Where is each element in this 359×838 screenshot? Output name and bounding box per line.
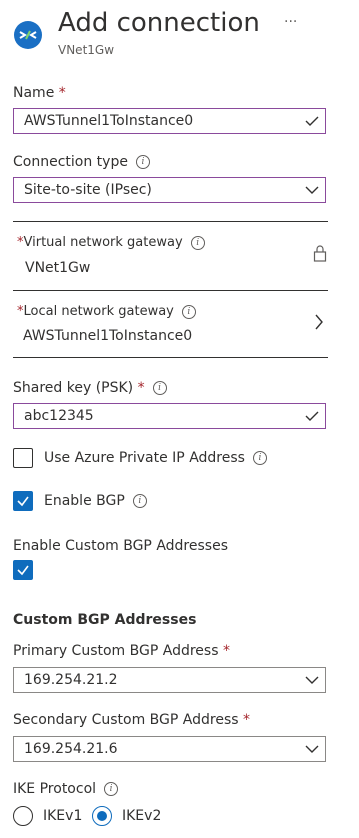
local-network-gateway-selector[interactable]: *Local network gateway i AWSTunnel1ToInst… [13, 291, 328, 357]
ikev1-radio[interactable] [13, 806, 33, 826]
info-icon: i [181, 304, 196, 319]
chevron-right-icon [314, 313, 324, 331]
ike-protocol-label: IKE Protocol i [13, 781, 119, 797]
local-network-gateway-value: AWSTunnel1ToInstance0 [23, 328, 193, 344]
enable-bgp-checkbox[interactable] [13, 491, 33, 511]
lock-icon [313, 244, 327, 262]
more-options-button[interactable]: ··· [284, 14, 297, 30]
info-icon: i [135, 155, 150, 169]
use-private-ip-checkbox[interactable] [13, 448, 33, 468]
page-title: Add connection [58, 8, 260, 38]
required-marker: * [58, 85, 66, 101]
virtual-network-gateway-label: *Virtual network gateway i [17, 235, 205, 250]
required-marker: * [222, 643, 230, 659]
required-marker: * [242, 712, 250, 728]
divider [13, 221, 328, 222]
required-marker: * [137, 380, 145, 396]
checkmark-icon [17, 565, 29, 576]
shared-key-label: Shared key (PSK) * i [13, 380, 167, 396]
connection-type-label: Connection type i [13, 154, 150, 170]
chevron-down-icon [305, 676, 319, 684]
info-icon: i [152, 381, 167, 395]
divider [13, 357, 328, 358]
primary-custom-bgp-dropdown[interactable]: 169.254.21.2 [13, 667, 326, 693]
virtual-network-gateway-value: VNet1Gw [25, 260, 91, 276]
enable-bgp-label: Enable BGP i [44, 493, 147, 509]
local-network-gateway-label: *Local network gateway i [17, 304, 196, 319]
ikev1-label: IKEv1 [43, 808, 83, 824]
enable-custom-bgp-label: Enable Custom BGP Addresses [13, 538, 228, 554]
info-icon: i [104, 782, 119, 796]
secondary-custom-bgp-label: Secondary Custom BGP Address * [13, 712, 250, 728]
checkmark-icon [305, 411, 319, 421]
custom-bgp-heading: Custom BGP Addresses [13, 612, 197, 628]
chevron-down-icon [305, 186, 319, 194]
name-label: Name * [13, 85, 66, 101]
connection-icon [13, 20, 43, 50]
page-subtitle: VNet1Gw [58, 43, 115, 57]
primary-custom-bgp-label: Primary Custom BGP Address * [13, 643, 230, 659]
info-icon: i [132, 494, 147, 508]
use-private-ip-label: Use Azure Private IP Address i [44, 450, 267, 466]
info-icon: i [190, 235, 205, 250]
chevron-down-icon [305, 745, 319, 753]
enable-custom-bgp-checkbox[interactable] [13, 560, 33, 580]
shared-key-input[interactable]: abc12345 [13, 403, 326, 429]
connection-type-dropdown[interactable]: Site-to-site (IPsec) [13, 177, 326, 203]
ikev2-radio[interactable] [92, 806, 112, 826]
checkmark-icon [17, 496, 29, 507]
name-input[interactable]: AWSTunnel1ToInstance0 [13, 108, 326, 134]
secondary-custom-bgp-dropdown[interactable]: 169.254.21.6 [13, 736, 326, 762]
ikev2-label: IKEv2 [122, 808, 162, 824]
checkmark-icon [305, 116, 319, 126]
info-icon: i [252, 451, 267, 465]
radio-dot [97, 811, 107, 821]
